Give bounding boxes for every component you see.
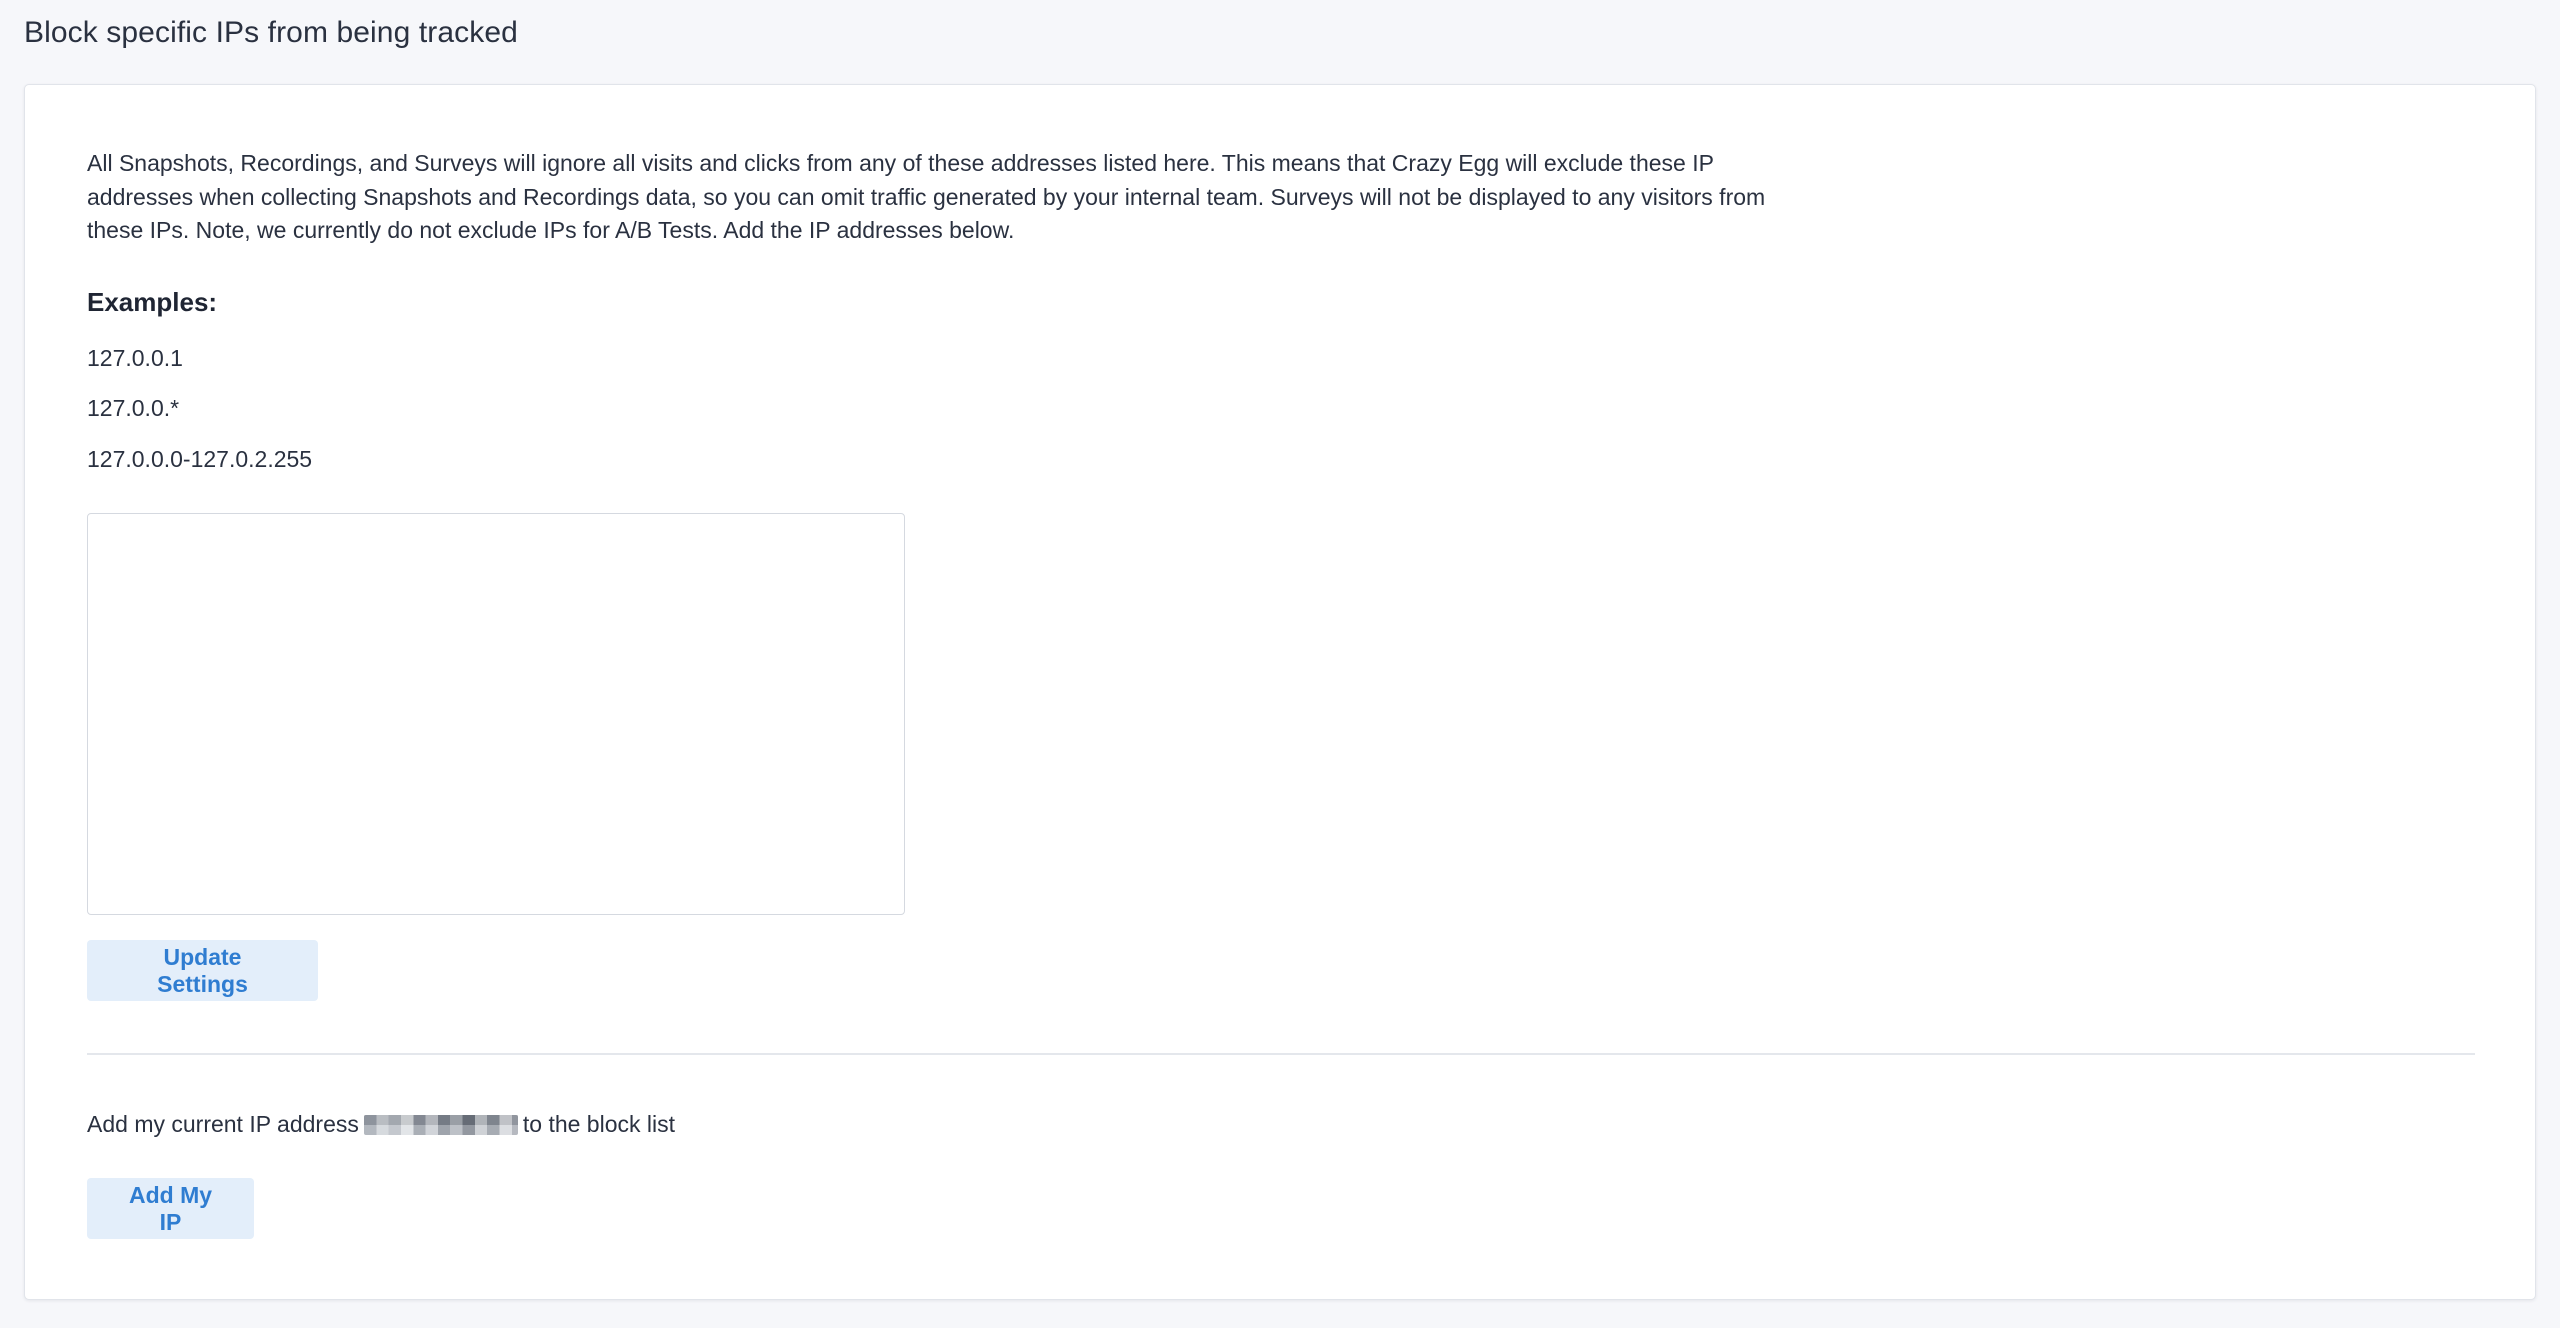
examples-heading: Examples: bbox=[87, 287, 218, 317]
ip-blocking-card: All Snapshots, Recordings, and Surveys w… bbox=[24, 84, 2536, 1300]
example-ip-wildcard: 127.0.0.* bbox=[87, 395, 180, 421]
page-title: Block specific IPs from being tracked bbox=[24, 16, 518, 49]
ip-list-textarea[interactable] bbox=[87, 513, 905, 915]
current-ip-prefix: Add my current IP address bbox=[87, 1111, 359, 1137]
update-settings-button[interactable]: Update Settings bbox=[87, 940, 318, 1001]
current-ip-line: Add my current IP address to the block l… bbox=[87, 1111, 675, 1138]
example-ip-single: 127.0.0.1 bbox=[87, 345, 183, 371]
description-text: All Snapshots, Recordings, and Surveys w… bbox=[87, 150, 1766, 243]
add-my-ip-button[interactable]: Add My IP bbox=[87, 1178, 254, 1239]
current-ip-suffix: to the block list bbox=[522, 1111, 676, 1137]
section-divider bbox=[87, 1053, 2475, 1055]
example-ip-range: 127.0.0.0-127.0.2.255 bbox=[87, 446, 313, 472]
redacted-ip-address bbox=[363, 1114, 518, 1135]
